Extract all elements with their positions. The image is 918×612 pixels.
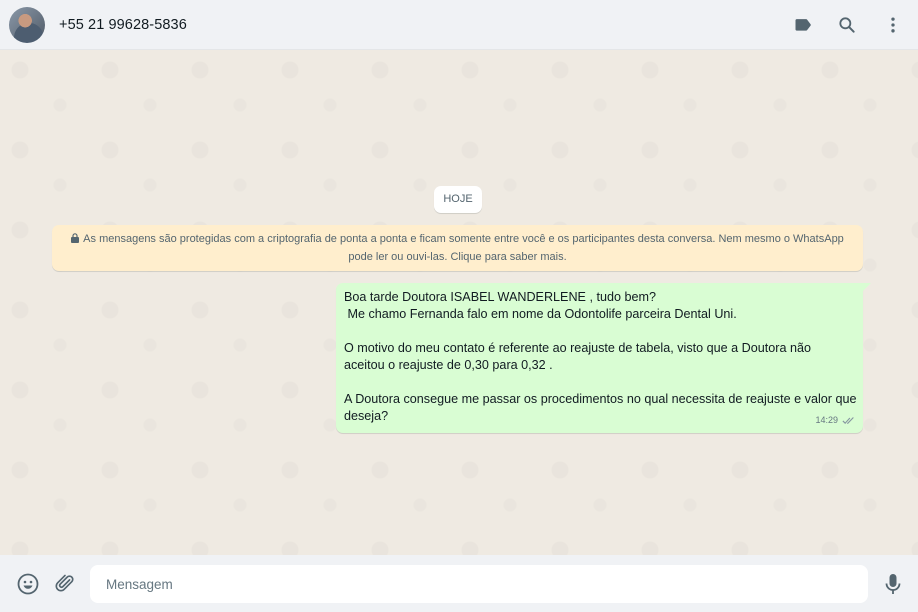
message-time: 14:29: [815, 415, 838, 425]
menu-icon[interactable]: [881, 13, 905, 37]
emoji-icon[interactable]: [15, 571, 41, 597]
double-check-icon: [842, 417, 854, 425]
bubble-tail: [863, 283, 871, 291]
outgoing-message[interactable]: Boa tarde Doutora ISABEL WANDERLENE , tu…: [336, 283, 863, 433]
label-icon[interactable]: [791, 13, 815, 37]
day-divider: HOJE: [434, 186, 482, 213]
microphone-icon[interactable]: [880, 571, 906, 597]
message-line: A Doutora consegue me passar os procedim…: [344, 392, 857, 406]
message-line: aceitou o reajuste de 0,30 para 0,32 .: [344, 358, 553, 372]
contact-name[interactable]: +55 21 99628-5836: [59, 17, 187, 33]
contact-avatar[interactable]: [9, 6, 45, 43]
encryption-notice[interactable]: As mensagens são protegidas com a cripto…: [52, 225, 863, 271]
message-line: Me chamo Fernanda falo em nome da Odonto…: [344, 307, 737, 321]
message-meta: 14:29: [815, 412, 856, 429]
encryption-notice-line1: As mensagens são protegidas com a cripto…: [52, 230, 863, 248]
compose-bar: [0, 555, 918, 612]
message-line: O motivo do meu contato é referente ao r…: [344, 341, 811, 355]
message-line: [344, 374, 855, 391]
message-line: Boa tarde Doutora ISABEL WANDERLENE , tu…: [344, 290, 656, 304]
attach-icon[interactable]: [52, 571, 78, 597]
message-line: deseja?: [344, 409, 389, 423]
encryption-notice-line2: pode ler ou ouvi-las. Clique para saber …: [348, 251, 567, 263]
chat-area[interactable]: HOJE As mensagens são protegidas com a c…: [0, 50, 918, 555]
message-input[interactable]: [90, 565, 868, 603]
chat-header: +55 21 99628-5836: [0, 0, 918, 50]
search-icon[interactable]: [835, 13, 859, 37]
message-line: [344, 323, 855, 340]
lock-icon: [71, 233, 80, 243]
